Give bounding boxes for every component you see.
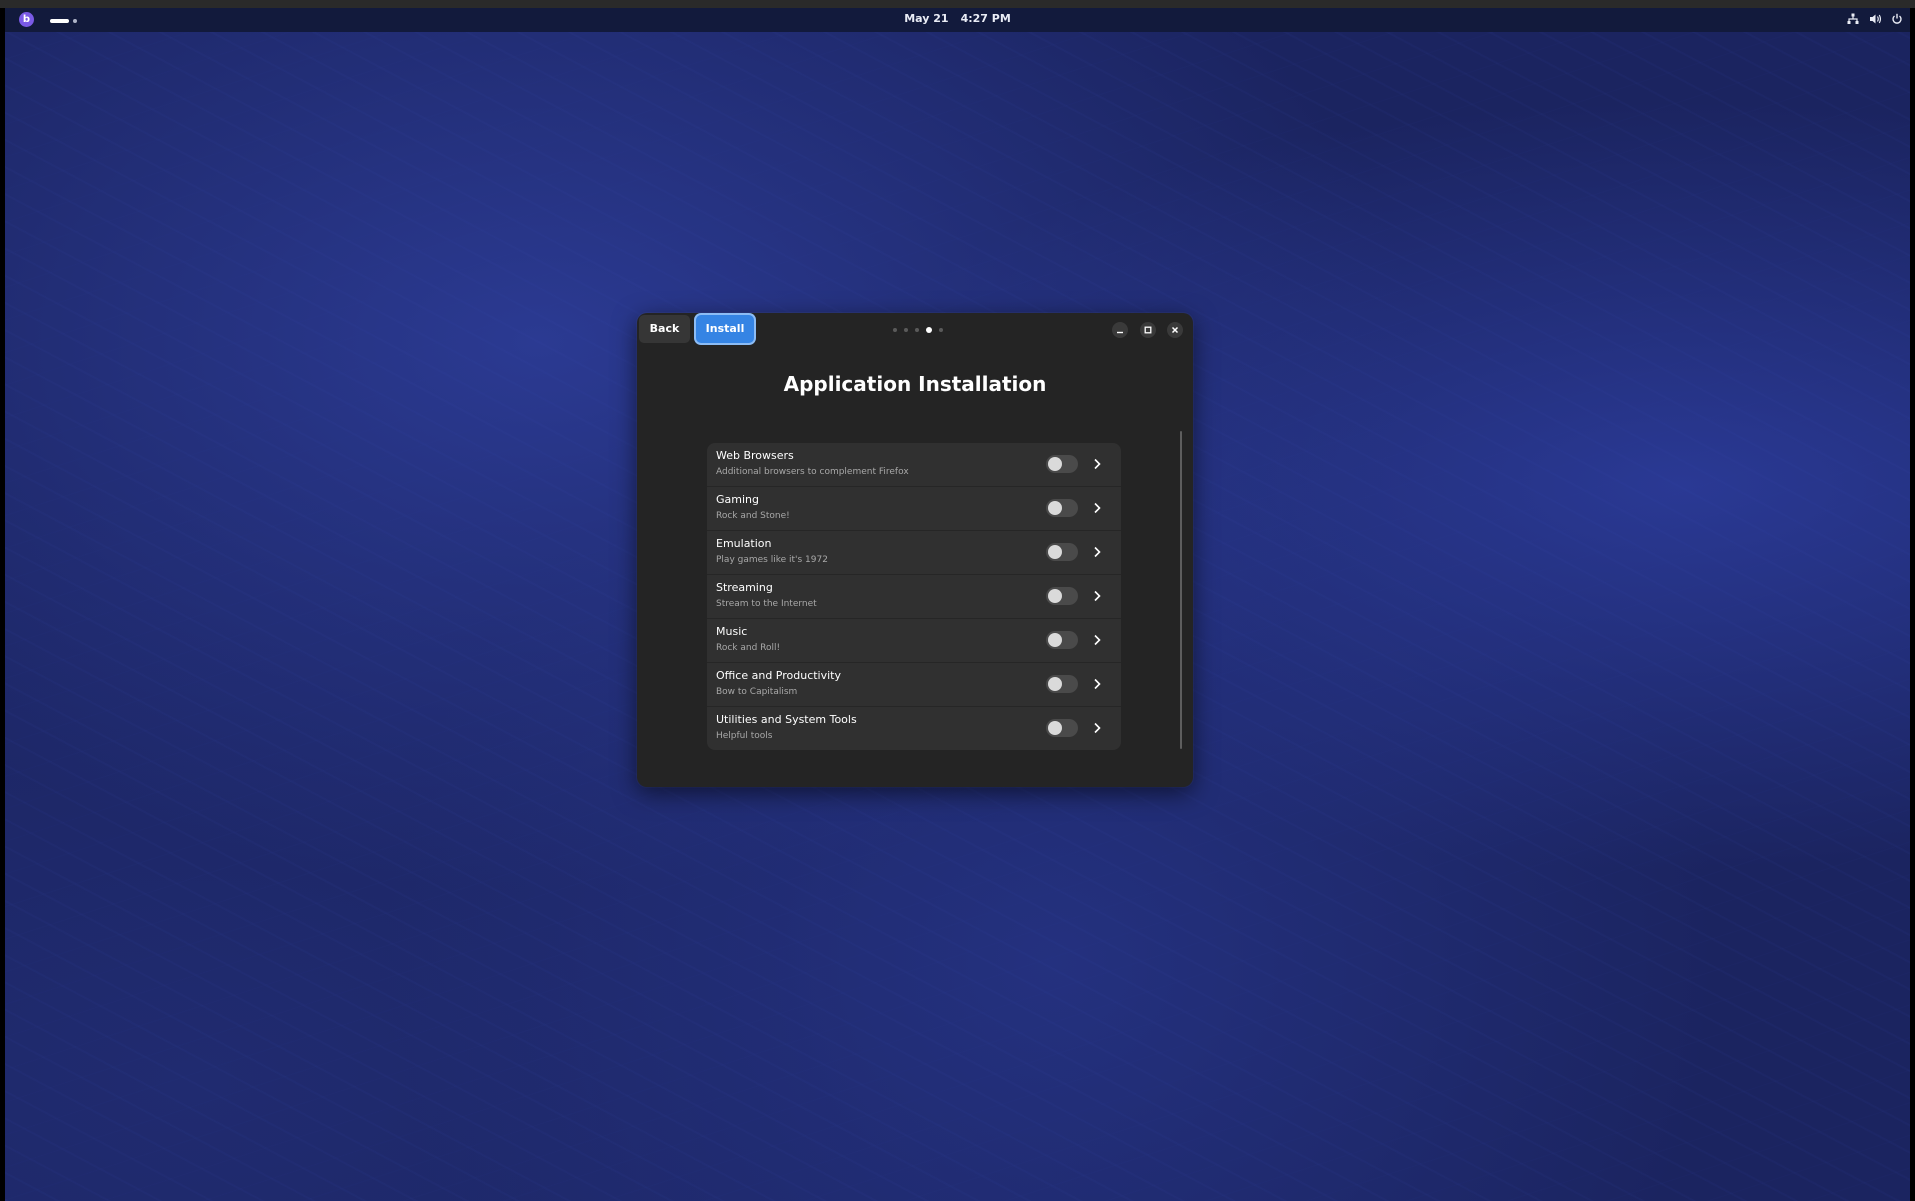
chevron-right-icon[interactable] (1090, 721, 1104, 735)
category-title: Music (716, 625, 748, 638)
top-panel: b May 21 4:27 PM (5, 8, 1910, 32)
install-button[interactable]: Install (696, 315, 754, 343)
category-title: Streaming (716, 581, 773, 594)
category-subtitle: Bow to Capitalism (716, 687, 798, 697)
category-title: Emulation (716, 537, 772, 550)
toggle-knob (1048, 677, 1062, 691)
network-icon[interactable] (1846, 11, 1860, 27)
category-title: Gaming (716, 493, 759, 506)
scrollbar[interactable] (1180, 431, 1182, 749)
chevron-right-icon[interactable] (1090, 457, 1104, 471)
category-toggle[interactable] (1046, 675, 1078, 693)
clock-time: 4:27 PM (960, 12, 1011, 25)
category-row-office-productivity[interactable]: Office and Productivity Bow to Capitalis… (707, 663, 1121, 707)
chevron-right-icon[interactable] (1090, 501, 1104, 515)
power-icon[interactable] (1890, 11, 1904, 27)
category-toggle[interactable] (1046, 631, 1078, 649)
category-toggle[interactable] (1046, 543, 1078, 561)
category-row-emulation[interactable]: Emulation Play games like it's 1972 (707, 531, 1121, 575)
page-dot[interactable] (915, 328, 919, 332)
category-subtitle: Helpful tools (716, 731, 773, 741)
chevron-right-icon[interactable] (1090, 589, 1104, 603)
category-row-gaming[interactable]: Gaming Rock and Stone! (707, 487, 1121, 531)
category-toggle[interactable] (1046, 719, 1078, 737)
close-icon (1171, 326, 1179, 334)
category-row-music[interactable]: Music Rock and Roll! (707, 619, 1121, 663)
category-subtitle: Play games like it's 1972 (716, 555, 828, 565)
page-title: Application Installation (783, 372, 1047, 396)
toggle-knob (1048, 721, 1062, 735)
chevron-right-icon[interactable] (1090, 633, 1104, 647)
page-dot[interactable] (893, 328, 897, 332)
category-row-web-browsers[interactable]: Web Browsers Additional browsers to comp… (707, 443, 1121, 487)
close-button[interactable] (1167, 322, 1183, 338)
installer-window: Back Install Application Installation We… (637, 313, 1193, 787)
chevron-right-icon[interactable] (1090, 545, 1104, 559)
maximize-button[interactable] (1140, 322, 1156, 338)
category-list: Web Browsers Additional browsers to comp… (707, 443, 1121, 750)
minimize-icon (1117, 331, 1123, 334)
category-toggle[interactable] (1046, 455, 1078, 473)
page-indicator (893, 327, 943, 333)
clock[interactable]: May 21 4:27 PM (5, 12, 1910, 25)
category-row-streaming[interactable]: Streaming Stream to the Internet (707, 575, 1121, 619)
toggle-knob (1048, 457, 1062, 471)
system-tray[interactable] (1846, 11, 1904, 27)
category-title: Web Browsers (716, 449, 794, 462)
chevron-right-icon[interactable] (1090, 677, 1104, 691)
toggle-knob (1048, 589, 1062, 603)
category-subtitle: Stream to the Internet (716, 599, 817, 609)
category-subtitle: Additional browsers to complement Firefo… (716, 467, 909, 477)
screen-top-edge (0, 0, 1915, 8)
toggle-knob (1048, 633, 1062, 647)
category-toggle[interactable] (1046, 499, 1078, 517)
volume-icon[interactable] (1868, 11, 1882, 27)
minimize-button[interactable] (1112, 322, 1128, 338)
toggle-knob (1048, 545, 1062, 559)
category-row-utilities-system-tools[interactable]: Utilities and System Tools Helpful tools (707, 707, 1121, 750)
category-title: Utilities and System Tools (716, 713, 857, 726)
page-dot[interactable] (904, 328, 908, 332)
category-subtitle: Rock and Stone! (716, 511, 790, 521)
category-subtitle: Rock and Roll! (716, 643, 781, 653)
category-toggle[interactable] (1046, 587, 1078, 605)
toggle-knob (1048, 501, 1062, 515)
category-title: Office and Productivity (716, 669, 842, 682)
clock-date: May 21 (904, 12, 949, 25)
maximize-icon (1144, 326, 1152, 334)
page-dot[interactable] (939, 328, 943, 332)
back-button[interactable]: Back (639, 315, 690, 343)
page-dot-active[interactable] (926, 327, 932, 333)
